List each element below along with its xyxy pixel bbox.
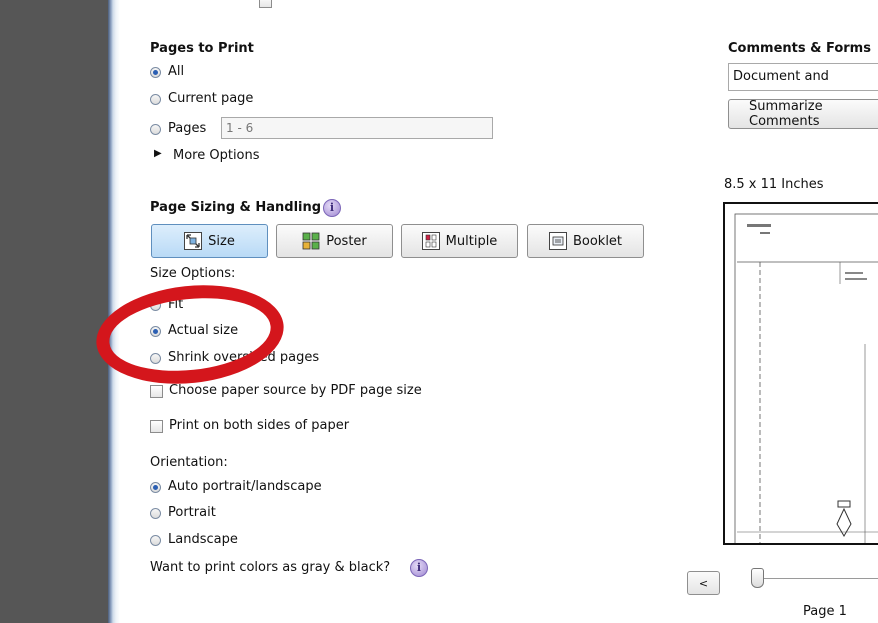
size-icon bbox=[184, 232, 203, 250]
radio-landscape-label: Landscape bbox=[168, 532, 238, 547]
comments-forms-heading: Comments & Forms bbox=[728, 41, 871, 56]
comments-select[interactable]: Document and Markups bbox=[728, 63, 878, 91]
multiple-button-label: Multiple bbox=[445, 233, 498, 249]
radio-portrait[interactable] bbox=[150, 508, 161, 519]
multiple-button[interactable]: Multiple bbox=[401, 224, 518, 258]
page-slider-track[interactable] bbox=[757, 578, 878, 579]
paper-size-label: 8.5 x 11 Inches bbox=[724, 177, 824, 192]
poster-button[interactable]: Poster bbox=[276, 224, 393, 258]
paper-source-label: Choose paper source by PDF page size bbox=[169, 383, 422, 398]
size-button[interactable]: Size bbox=[151, 224, 268, 258]
pages-to-print-heading: Pages to Print bbox=[150, 41, 254, 56]
top-cut-checkbox[interactable] bbox=[259, 0, 272, 8]
page-slider-handle[interactable] bbox=[751, 568, 764, 588]
gray-question-label: Want to print colors as gray & black? bbox=[150, 560, 391, 575]
info-icon[interactable]: i bbox=[323, 199, 341, 217]
print-preview bbox=[723, 202, 878, 545]
radio-pages-label: Pages bbox=[168, 121, 207, 136]
booklet-button[interactable]: Booklet bbox=[527, 224, 644, 258]
radio-landscape[interactable] bbox=[150, 535, 161, 546]
radio-auto-orientation[interactable] bbox=[150, 482, 161, 493]
size-options-label: Size Options: bbox=[150, 266, 236, 281]
more-options-link[interactable]: More Options bbox=[173, 148, 260, 163]
radio-auto-orientation-label: Auto portrait/landscape bbox=[168, 479, 322, 494]
radio-current-page-label: Current page bbox=[168, 91, 254, 106]
print-dialog: Pages to Print All Current page Pages 1 … bbox=[0, 0, 878, 623]
both-sides-label: Print on both sides of paper bbox=[169, 418, 350, 433]
prev-page-button[interactable]: < bbox=[687, 571, 720, 595]
pages-range-input[interactable]: 1 - 6 bbox=[221, 117, 493, 139]
poster-icon bbox=[302, 232, 320, 250]
background-left bbox=[0, 0, 108, 623]
booklet-icon bbox=[548, 232, 567, 250]
summarize-comments-label: Summarize Comments bbox=[749, 99, 823, 129]
summarize-comments-button[interactable]: Summarize Comments bbox=[728, 99, 878, 129]
radio-current-page[interactable] bbox=[150, 94, 161, 105]
page-number-label: Page 1 bbox=[803, 604, 847, 619]
radio-portrait-label: Portrait bbox=[168, 505, 216, 520]
poster-button-label: Poster bbox=[326, 233, 367, 249]
prev-page-label: < bbox=[698, 576, 709, 590]
preview-page-thumbnail bbox=[734, 213, 878, 543]
page-sizing-heading: Page Sizing & Handling bbox=[150, 200, 322, 215]
radio-all[interactable] bbox=[150, 67, 161, 78]
info-icon[interactable]: i bbox=[410, 559, 428, 577]
orientation-label: Orientation: bbox=[150, 455, 228, 470]
triangle-right-icon[interactable]: ▶ bbox=[154, 148, 162, 159]
paper-source-checkbox[interactable] bbox=[150, 385, 163, 398]
radio-pages[interactable] bbox=[150, 124, 161, 135]
radio-all-label: All bbox=[168, 64, 185, 79]
size-button-label: Size bbox=[208, 233, 235, 249]
both-sides-checkbox[interactable] bbox=[150, 420, 163, 433]
multiple-pages-icon bbox=[421, 232, 440, 250]
booklet-button-label: Booklet bbox=[572, 233, 623, 249]
